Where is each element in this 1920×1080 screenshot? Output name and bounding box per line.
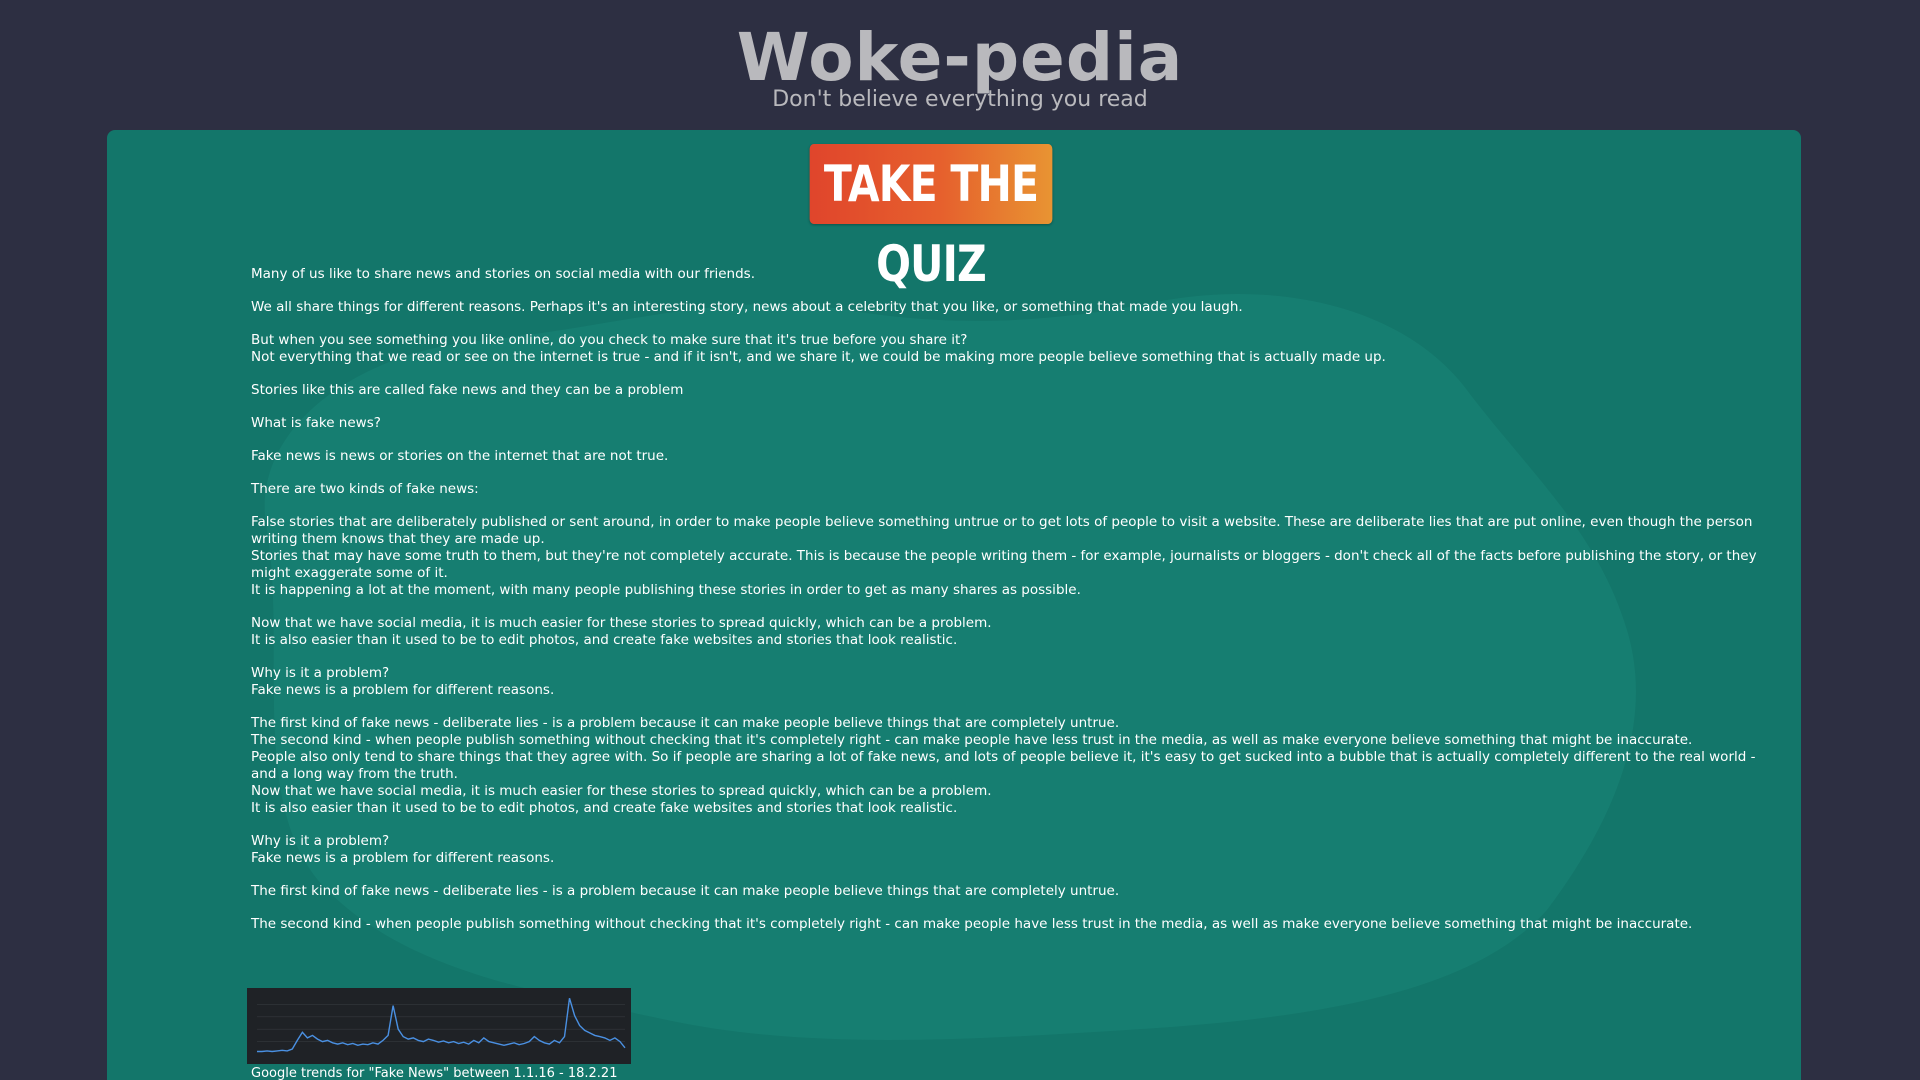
article-paragraph: But when you see something you like onli…	[251, 332, 1781, 366]
article-body: Many of us like to share news and storie…	[251, 266, 1781, 949]
article-line: It is also easier than it used to be to …	[251, 800, 958, 816]
article-paragraph: False stories that are deliberately publ…	[251, 514, 1781, 599]
article-paragraph: Why is it a problem? Fake news is a probl…	[251, 833, 1781, 867]
article-line: Fake news is a problem for different rea…	[251, 682, 555, 698]
article-paragraph: Stories like this are called fake news a…	[251, 382, 1781, 399]
article-line: Now that we have social media, it is muc…	[251, 783, 992, 799]
article-line: Now that we have social media, it is muc…	[251, 615, 992, 631]
article-line: The second kind - when people publish so…	[251, 732, 1693, 748]
article-line: False stories that are deliberately publ…	[251, 514, 1753, 547]
article-paragraph: There are two kinds of fake news:	[251, 481, 1781, 498]
article-line: It is happening a lot at the moment, wit…	[251, 582, 1081, 598]
google-trends-chart	[247, 988, 631, 1064]
article-paragraph: Fake news is news or stories on the inte…	[251, 448, 1781, 465]
google-trends-caption: Google trends for "Fake News" between 1.…	[251, 1066, 618, 1080]
article-line: Many of us like to share news and storie…	[251, 266, 755, 282]
article-line: The second kind - when people publish so…	[251, 916, 1693, 932]
article-line: Why is it a problem?	[251, 665, 390, 681]
article-line: The first kind of fake news - deliberate…	[251, 883, 1120, 899]
google-trends-figure: Google trends for "Fake News" between 1.…	[247, 988, 631, 1080]
article-paragraph: The second kind - when people publish so…	[251, 916, 1781, 933]
trend-line	[257, 998, 626, 1053]
article-line: Fake news is news or stories on the inte…	[251, 448, 669, 464]
article-line: What is fake news?	[251, 415, 381, 431]
article-line: Not everything that we read or see on th…	[251, 349, 1386, 365]
content-panel: TAKE THE QUIZ Many of us like to share n…	[107, 130, 1801, 1080]
article-line: The first kind of fake news - deliberate…	[251, 715, 1120, 731]
article-paragraph: Why is it a problem? Fake news is a probl…	[251, 665, 1781, 699]
article-line: It is also easier than it used to be to …	[251, 632, 958, 648]
article-paragraph: Now that we have social media, it is muc…	[251, 615, 1781, 649]
article-paragraph: Many of us like to share news and storie…	[251, 266, 1781, 283]
article-line: But when you see something you like onli…	[251, 332, 968, 348]
article-paragraph: The first kind of fake news - deliberate…	[251, 883, 1781, 900]
article-line: Stories that may have some truth to them…	[251, 548, 1757, 581]
article-line: There are two kinds of fake news:	[251, 481, 479, 497]
site-subtitle: Don't believe everything you read	[772, 87, 1148, 112]
take-the-quiz-button[interactable]: TAKE THE QUIZ	[809, 144, 1053, 293]
article-line: We all share things for different reason…	[251, 299, 1243, 315]
article-line: People also only tend to share things th…	[251, 749, 1756, 782]
article-paragraph: The first kind of fake news - deliberate…	[251, 715, 1781, 817]
article-paragraph: What is fake news?	[251, 415, 1781, 432]
article-line: Why is it a problem?	[251, 833, 390, 849]
article-line: Stories like this are called fake news a…	[251, 382, 684, 398]
article-line: Fake news is a problem for different rea…	[251, 850, 555, 866]
article-paragraph: We all share things for different reason…	[251, 299, 1781, 316]
